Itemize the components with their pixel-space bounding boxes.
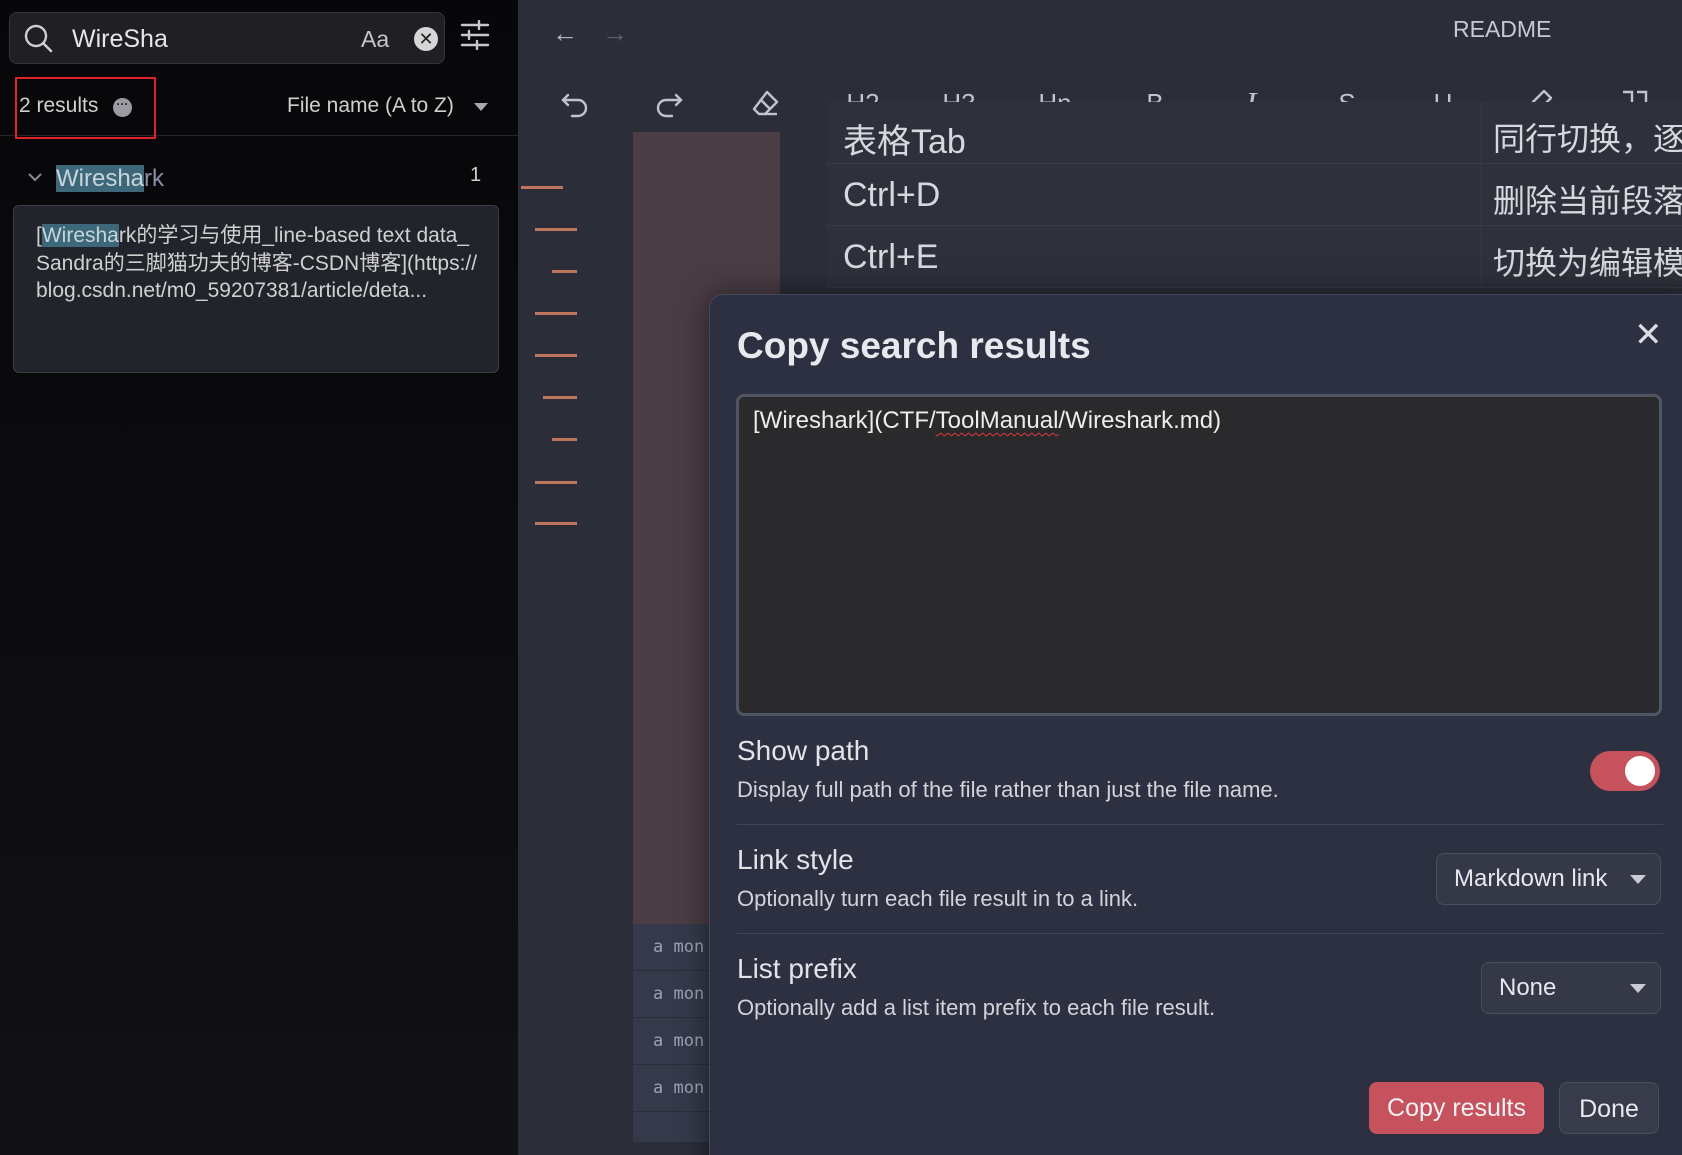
outline-marker[interactable] [521,186,563,189]
table-cell: Ctrl+E [843,238,939,276]
match-case-toggle[interactable]: Aa [361,26,389,53]
more-options-icon[interactable]: ··· [113,98,132,117]
outline-marker[interactable] [535,354,577,357]
forward-arrow-icon[interactable]: → [602,18,628,49]
search-input[interactable]: WireSha Aa ✕ [9,12,445,64]
sort-order-dropdown[interactable]: File name (A to Z) [287,94,454,118]
match-count-badge: 1 [470,164,482,186]
chevron-down-icon [1630,875,1646,884]
outline-marker[interactable] [552,438,577,441]
copy-search-results-dialog: Copy search results ✕ [Wireshark](CTF/To… [709,294,1682,1155]
chevron-down-icon [1630,984,1646,993]
copy-results-button[interactable]: Copy results [1369,1082,1544,1134]
link-style-select[interactable]: Markdown link [1436,853,1661,905]
results-header: 2 results ··· File name (A to Z) [0,70,518,139]
collapse-chevron-icon[interactable] [26,168,44,191]
list-prefix-select[interactable]: None [1481,962,1661,1014]
divider [737,933,1663,934]
results-output-textarea[interactable]: [Wireshark](CTF/ToolManual/Wireshark.md) [736,394,1662,716]
column-divider [1481,164,1482,226]
outline-marker[interactable] [543,396,577,399]
close-icon[interactable]: ✕ [1634,315,1663,355]
table-cell: Ctrl+D [843,176,941,214]
eraser-icon[interactable] [738,80,792,126]
divider [737,824,1663,825]
table-cell: 表格Tab [843,123,966,161]
outline-marker[interactable] [535,312,577,315]
column-divider [1481,102,1482,164]
show-path-toggle[interactable] [1590,751,1660,791]
document-title: README [1453,16,1552,42]
outline-marker[interactable] [535,228,577,231]
table-row: Ctrl+D 删除当前段落 [827,164,1682,226]
outline-marker[interactable] [552,270,577,273]
result-file-name[interactable]: Wireshark [56,165,164,193]
table-cell: 同行切换，逐 [1493,121,1682,157]
outline-marker[interactable] [535,522,577,525]
clear-search-icon[interactable]: ✕ [414,27,438,51]
results-count: 2 results [19,94,99,117]
column-divider [1481,226,1482,288]
show-path-setting: Show path Display full path of the file … [737,735,1663,803]
search-panel: WireSha Aa ✕ 2 results ··· File name (A … [0,0,518,1155]
table-cell: 删除当前段落 [1493,183,1682,219]
toggle-knob [1625,756,1655,786]
redo-icon[interactable] [642,80,696,126]
back-arrow-icon[interactable]: ← [552,18,578,49]
table-row: 表格Tab 同行切换，逐 [827,102,1682,164]
search-settings-icon[interactable] [460,19,490,55]
outline-marker[interactable] [535,481,577,484]
search-query-text[interactable]: WireSha [72,25,168,54]
chevron-down-icon[interactable] [474,103,488,111]
table-row: Ctrl+E 切换为编辑模 [827,226,1682,288]
undo-icon[interactable] [548,80,602,126]
setting-name: Show path [737,735,870,766]
done-button[interactable]: Done [1559,1082,1659,1134]
table-cell: 切换为编辑模 [1493,245,1682,281]
dialog-title: Copy search results [737,325,1091,366]
setting-description: Display full path of the file rather tha… [737,777,1279,802]
search-match-snippet[interactable]: [Wireshark的学习与使用_line-based text data_Sa… [13,205,499,373]
result-file-row[interactable]: Wireshark 1 [0,160,518,198]
search-icon [24,24,54,59]
shortcut-table: 表格Tab 同行切换，逐 Ctrl+D 删除当前段落 Ctrl+E 切换为编辑模 [827,102,1682,292]
